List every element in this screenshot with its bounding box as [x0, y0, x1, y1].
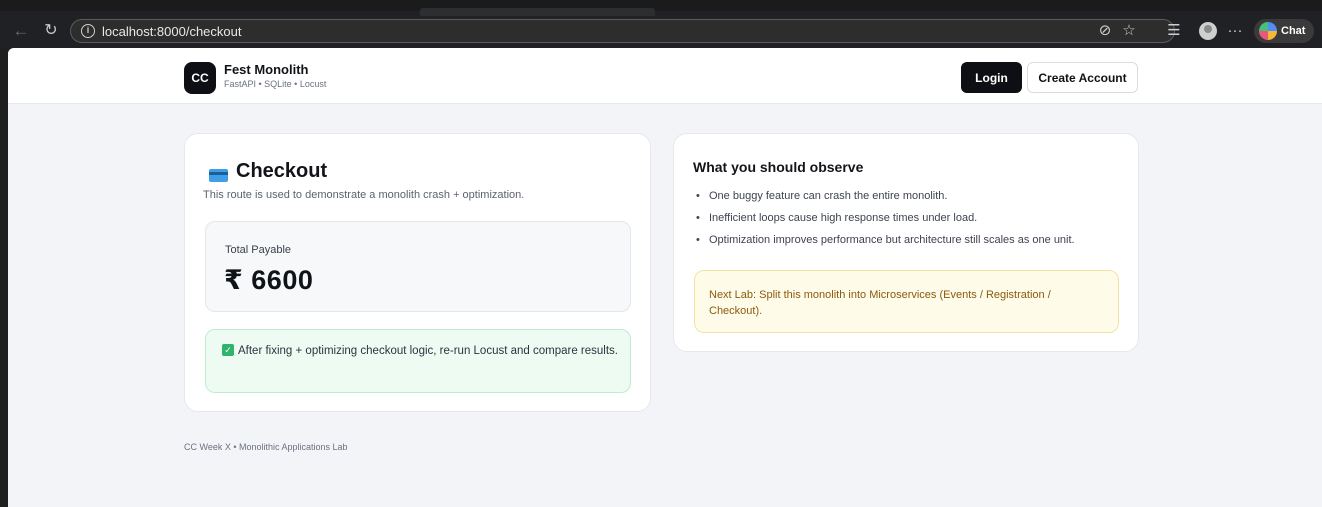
more-options-icon[interactable]: ··· — [1226, 22, 1244, 40]
checkout-card: Checkout This route is used to demonstra… — [184, 133, 651, 412]
copilot-logo-icon — [1259, 22, 1277, 40]
observe-title: What you should observe — [693, 159, 864, 175]
total-payable-panel: Total Payable ₹ 6600 — [205, 221, 631, 312]
brand-title: Fest Monolith — [224, 62, 309, 77]
chat-label: Chat — [1281, 25, 1306, 37]
browser-tab[interactable] — [420, 8, 655, 16]
footer-text: CC Week X • Monolithic Applications Lab — [184, 442, 348, 452]
total-payable-label: Total Payable — [225, 244, 292, 256]
next-lab-notice: Next Lab: Split this monolith into Micro… — [694, 270, 1119, 333]
total-payable-amount: ₹ 6600 — [224, 265, 314, 295]
observe-list-item: One buggy feature can crash the entire m… — [693, 189, 1075, 203]
next-lab-text: Next Lab: Split this monolith into Micro… — [709, 289, 1051, 317]
chat-button[interactable]: Chat — [1254, 19, 1314, 43]
create-account-button[interactable]: Create Account — [1027, 62, 1138, 93]
observe-list-item: Optimization improves performance but ar… — [693, 233, 1075, 247]
success-message: After fixing + optimizing checkout logic… — [238, 345, 618, 357]
login-button[interactable]: Login — [961, 62, 1022, 93]
url-text: localhost:8000/checkout — [102, 24, 242, 39]
checkout-title: Checkout — [236, 160, 328, 182]
observe-card: What you should observe One buggy featur… — [673, 133, 1139, 352]
favorites-list-icon[interactable]: ☰ — [1163, 22, 1185, 40]
reload-icon[interactable]: ↻ — [42, 22, 60, 40]
site-header: CC Fest Monolith FastAPI • SQLite • Locu… — [8, 48, 1322, 104]
brand-subtitle: FastAPI • SQLite • Locust — [224, 79, 327, 89]
site-info-icon[interactable]: i — [81, 24, 95, 38]
profile-avatar-icon[interactable] — [1199, 22, 1217, 40]
browser-toolbar: ← ↻ i localhost:8000/checkout ⊘ ☆ ☰ ··· … — [0, 0, 1322, 48]
logo-badge[interactable]: CC — [184, 62, 216, 94]
translate-icon[interactable]: ⊘ — [1096, 22, 1114, 40]
credit-card-icon — [209, 169, 228, 182]
observe-list: One buggy feature can crash the entire m… — [693, 189, 1075, 255]
address-bar[interactable]: i localhost:8000/checkout — [70, 19, 1175, 43]
observe-list-item: Inefficient loops cause high response ti… — [693, 211, 1075, 225]
favorite-star-icon[interactable]: ☆ — [1120, 22, 1138, 40]
back-arrow-icon[interactable]: ← — [12, 22, 30, 40]
success-alert: ✓ After fixing + optimizing checkout log… — [205, 329, 631, 393]
page-viewport: CC Fest Monolith FastAPI • SQLite • Locu… — [8, 48, 1322, 507]
tab-strip — [0, 0, 1322, 11]
checkout-description: This route is used to demonstrate a mono… — [203, 189, 525, 201]
